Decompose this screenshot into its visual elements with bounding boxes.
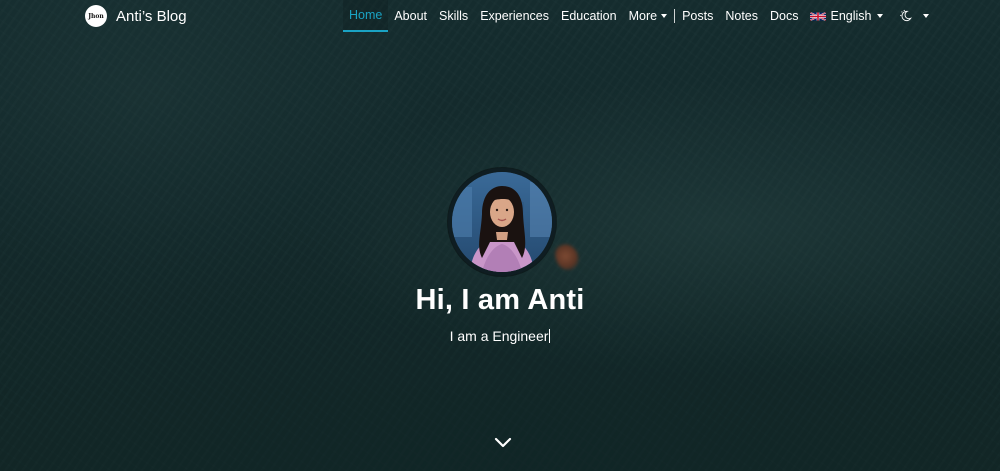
- uk-flag-icon: [810, 12, 827, 20]
- typed-text: I am a Engineer: [449, 328, 549, 344]
- brand-link[interactable]: Jhon Anti’s Blog: [85, 5, 187, 27]
- nav-item-skills[interactable]: Skills: [433, 0, 474, 32]
- nav-item-notes[interactable]: Notes: [719, 0, 764, 32]
- caret-down-icon: [877, 14, 884, 18]
- nav-item-label: Docs: [770, 9, 799, 23]
- nav-item-label: Posts: [682, 9, 714, 23]
- brand-logo: Jhon: [85, 5, 107, 27]
- nav-item-about[interactable]: About: [388, 0, 433, 32]
- caret-down-icon: [923, 14, 930, 18]
- typing-cursor: [549, 329, 551, 343]
- chevron-down-icon[interactable]: [493, 436, 513, 450]
- nav-item-label: Experiences: [480, 9, 549, 23]
- nav-divider: [674, 9, 676, 23]
- avatar-image: [452, 172, 552, 272]
- main-nav: Home About Skills Experiences Education …: [343, 0, 935, 32]
- language-label: English: [830, 9, 872, 23]
- portrait-illustration: [452, 172, 552, 272]
- nav-item-docs[interactable]: Docs: [764, 0, 804, 32]
- nav-item-experiences[interactable]: Experiences: [474, 0, 555, 32]
- nav-item-label: Home: [349, 8, 383, 22]
- nav-item-label: Skills: [439, 9, 469, 23]
- nav-item-label: About: [394, 9, 428, 23]
- hero-title: Hi, I am Anti: [415, 284, 585, 316]
- language-dropdown[interactable]: English: [804, 0, 889, 32]
- nav-item-label: Education: [560, 9, 617, 23]
- nav-item-posts[interactable]: Posts: [676, 0, 719, 32]
- theme-toggle-icon: [900, 9, 913, 22]
- nav-item-home[interactable]: Home: [343, 0, 389, 32]
- profile-avatar: [448, 168, 556, 276]
- hero-subtitle: I am a Engineer: [0, 328, 1000, 344]
- nav-item-label: Notes: [725, 9, 758, 23]
- caret-down-icon: [661, 14, 668, 18]
- brand-name: Anti’s Blog: [116, 7, 187, 25]
- nav-item-more-dropdown[interactable]: More: [623, 0, 673, 32]
- nav-item-education[interactable]: Education: [555, 0, 623, 32]
- nav-item-label: More: [628, 9, 658, 23]
- theme-toggle-dropdown[interactable]: [889, 0, 935, 32]
- top-navbar: Jhon Anti’s Blog Home About Skills Exper…: [0, 0, 1000, 32]
